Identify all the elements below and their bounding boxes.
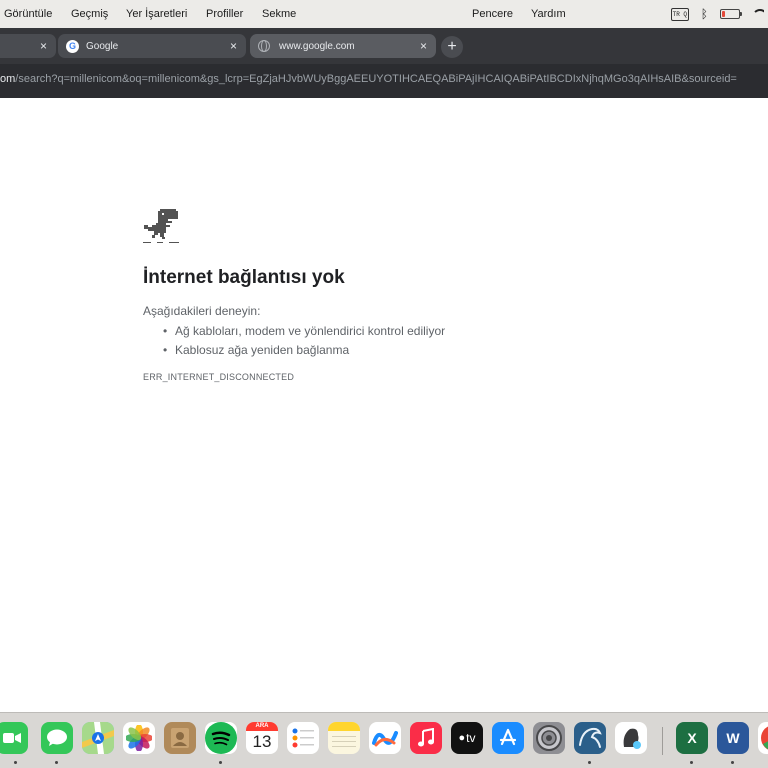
suggestion-item: Kablosuz ağa yeniden bağlanma [163,341,445,360]
dock-separator [662,727,663,755]
photos-icon[interactable] [123,722,155,754]
close-icon[interactable]: × [230,38,237,54]
tab-previous[interactable]: × [0,34,56,58]
google-favicon-icon: G [66,39,79,53]
calendar-icon[interactable]: ARA 13 [246,722,278,754]
running-indicator [14,761,17,764]
mysql-workbench-icon[interactable] [574,722,606,754]
menu-bar: Görüntüle Geçmiş Yer İşaretleri Profille… [0,0,768,28]
menu-help[interactable]: Yardım [531,8,566,20]
reminders-icon[interactable] [287,722,319,754]
bluetooth-icon[interactable]: ᛒ [701,7,708,21]
running-indicator [588,761,591,764]
tab-title: www.google.com [279,40,355,52]
menu-tab[interactable]: Sekme [262,8,296,20]
running-indicator [690,761,693,764]
keyboard-input-icon[interactable]: TR Q [670,7,689,21]
globe-icon [258,40,270,52]
wifi-icon[interactable] [752,9,764,19]
menu-view[interactable]: Görüntüle [4,8,52,20]
menu-window[interactable]: Pencere [472,8,513,20]
apple-logo-icon: ● [458,732,466,744]
url-host: om [0,73,16,85]
word-icon[interactable]: W [717,722,749,754]
excel-icon[interactable]: X [676,722,708,754]
tab-title: Google [86,40,119,52]
menu-bookmarks[interactable]: Yer İşaretleri [126,8,187,20]
error-code: ERR_INTERNET_DISCONNECTED [143,372,295,382]
close-icon[interactable]: × [420,38,427,54]
menu-history[interactable]: Geçmiş [71,8,108,20]
word-letter: W [726,730,740,746]
error-title: İnternet bağlantısı yok [143,267,345,288]
excel-letter: X [687,730,697,746]
running-indicator [731,761,734,764]
running-indicator [219,761,222,764]
status-area: TR Q ᛒ [670,6,768,22]
apple-tv-icon[interactable]: ● tv [451,722,483,754]
menu-profiles[interactable]: Profiller [206,8,243,20]
close-icon[interactable]: × [40,38,47,54]
tab-google[interactable]: G Google × [58,34,246,58]
freeform-icon[interactable] [369,722,401,754]
suggestion-item: Ağ kabloları, modem ve yönlendirici kont… [163,322,445,341]
calendar-month: ARA [246,722,278,731]
battery-icon[interactable] [720,9,742,19]
address-bar[interactable]: om/search?q=millenicom&oq=millenicom&gs_… [0,64,768,98]
contacts-icon[interactable] [164,722,196,754]
url-path: /search?q=millenicom&oq=millenicom&gs_lc… [15,73,737,85]
new-tab-button[interactable]: + [441,36,463,58]
suggestions-list: Ağ kabloları, modem ve yönlendirici kont… [163,322,445,360]
running-indicator [55,761,58,764]
dinosaur-icon[interactable] [143,209,179,245]
music-icon[interactable] [410,722,442,754]
tab-strip: × G Google × www.google.com × + [0,28,768,64]
battery-fill [722,11,725,17]
tab-active[interactable]: www.google.com × [250,34,436,58]
chrome-icon[interactable] [758,722,768,754]
spotify-icon[interactable] [205,722,237,754]
apple-tv-label: tv [466,731,476,745]
page-content [0,98,768,710]
dock: ARA 13 ● tv X W [0,712,768,768]
messages-icon[interactable] [41,722,73,754]
sequel-ace-icon[interactable] [615,722,647,754]
suggestions-heading: Aşağıdakileri deneyin: [143,304,261,318]
facetime-icon[interactable] [0,722,28,754]
notes-icon[interactable] [328,722,360,754]
app-store-icon[interactable] [492,722,524,754]
calendar-day: 13 [252,732,272,751]
system-settings-icon[interactable] [533,722,565,754]
maps-icon[interactable] [82,722,114,754]
url-text[interactable]: om/search?q=millenicom&oq=millenicom&gs_… [0,73,768,85]
